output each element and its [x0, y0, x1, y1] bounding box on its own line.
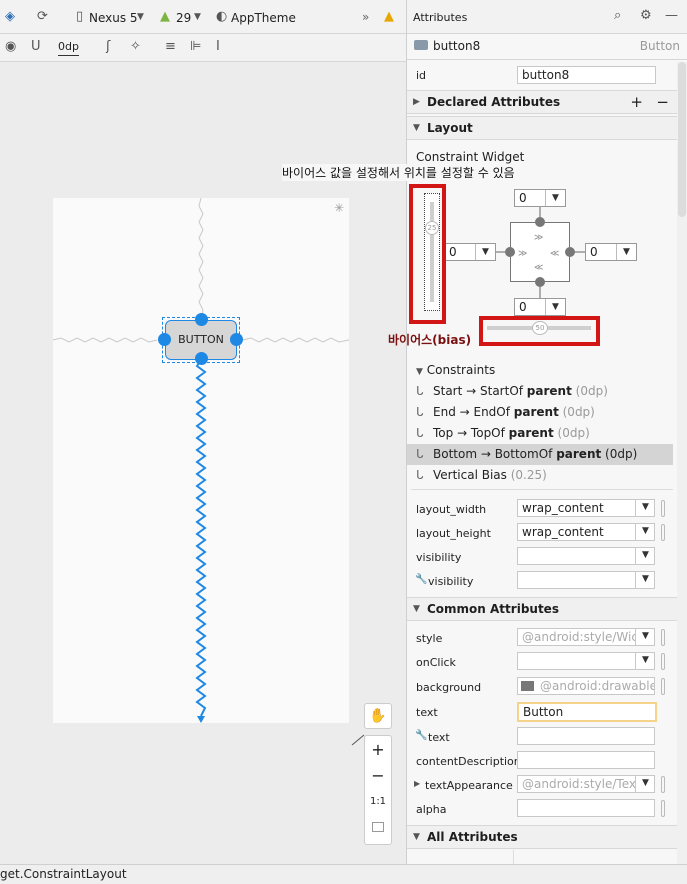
tools-visibility-select[interactable]: ▼: [517, 571, 655, 589]
layout-width-label: layout_width: [416, 503, 487, 516]
top-constraint-line: [198, 197, 204, 319]
horizontal-bias-highlight: [479, 316, 600, 346]
status-bar: get.ConstraintLayout: [0, 864, 687, 884]
resource-picker-button[interactable]: [661, 653, 665, 670]
style-label: style: [416, 632, 443, 645]
common-attributes-header[interactable]: ▼ Common Attributes: [407, 597, 679, 621]
text-label: text: [416, 706, 438, 719]
resource-picker-button[interactable]: [661, 500, 665, 517]
style-select[interactable]: @android:style/Wic ▼: [517, 628, 655, 646]
wrench-icon: 🔧: [415, 574, 428, 585]
content-description-label: contentDescription: [416, 755, 521, 768]
visibility-select[interactable]: ▼: [517, 547, 655, 565]
constraint-lines: [52, 197, 365, 746]
chevron-down-icon: ▼: [635, 572, 654, 588]
background-label: background: [416, 681, 482, 694]
constraint-start[interactable]: ᒐ Start → StartOf parent (0dp): [407, 381, 673, 402]
visibility-label: visibility: [416, 551, 462, 564]
resource-picker-button[interactable]: [661, 776, 665, 793]
alpha-label: alpha: [416, 803, 447, 816]
bottom-anchor-handle[interactable]: [195, 352, 208, 365]
annotation-text: 바이어스 값을 설정해서 위치를 설정할 수 있음: [282, 164, 515, 181]
zoom-out-button[interactable]: −: [365, 766, 391, 785]
zoom-controls: + − 1:1: [364, 735, 392, 845]
pan-hand-icon[interactable]: ✋: [364, 703, 392, 729]
resource-picker-button[interactable]: [661, 629, 665, 646]
constraints-title: Constraints: [426, 363, 496, 377]
constraint-icon: ᒐ: [416, 405, 424, 419]
chevron-down-icon: ▼: [635, 548, 654, 564]
constraint-end[interactable]: ᒐ End → EndOf parent (0dp): [407, 402, 673, 423]
constraint-icon: ᒐ: [416, 447, 424, 461]
svg-text:≫: ≫: [518, 249, 527, 259]
resource-picker-button[interactable]: [661, 678, 665, 695]
left-anchor-handle[interactable]: [158, 333, 171, 346]
onclick-select[interactable]: ▼: [517, 652, 655, 670]
all-attributes-header[interactable]: ▼ All Attributes: [407, 825, 679, 849]
zoom-actual-button[interactable]: 1:1: [365, 796, 391, 807]
constraint-icon: ᒐ: [416, 468, 424, 482]
constraint-bottom[interactable]: ᒐ Bottom → BottomOf parent (0dp): [407, 444, 673, 465]
image-icon: [521, 681, 534, 691]
bottom-arrow: [197, 716, 205, 723]
left-constraint-line: [52, 337, 158, 343]
svg-text:≪: ≪: [550, 249, 559, 259]
common-section-title: Common Attributes: [427, 602, 559, 616]
resource-picker-button[interactable]: [661, 800, 665, 817]
background-field[interactable]: @android:drawable/b: [517, 677, 655, 695]
wrench-icon: 🔧: [415, 730, 428, 741]
svg-text:≪: ≪: [534, 263, 543, 273]
constraint-icon: ᒐ: [416, 384, 424, 398]
collapse-arrow-icon: ▼: [413, 832, 420, 842]
text-field[interactable]: Button: [517, 702, 657, 722]
text-appearance-select[interactable]: @android:style/Tex ▼: [517, 775, 655, 793]
chevron-down-icon: ▼: [635, 776, 654, 792]
tools-visibility-label: visibility: [428, 575, 474, 588]
constraint-icon: ᒐ: [416, 426, 424, 440]
chevron-down-icon: ▼: [635, 653, 654, 669]
collapse-arrow-icon: ▼: [416, 367, 423, 377]
panel-scrollbar-thumb[interactable]: [678, 62, 686, 217]
constraint-top[interactable]: ᒐ Top → TopOf parent (0dp): [407, 423, 673, 444]
resource-picker-button[interactable]: [661, 524, 665, 541]
zoom-fit-icon[interactable]: [372, 822, 384, 832]
constraint-vertical-bias[interactable]: ᒐ Vertical Bias (0.25): [407, 465, 673, 486]
status-text: get.ConstraintLayout: [0, 867, 127, 881]
bottom-constraint-line: [195, 359, 207, 717]
layout-height-label: layout_height: [416, 527, 491, 540]
tools-text-label: text: [428, 731, 450, 744]
right-anchor-handle[interactable]: [230, 333, 243, 346]
tools-text-field[interactable]: [517, 727, 655, 745]
content-description-field[interactable]: [517, 751, 655, 769]
all-section-title: All Attributes: [427, 830, 518, 844]
onclick-label: onClick: [416, 656, 456, 669]
expand-arrow-icon[interactable]: ▶: [414, 779, 420, 788]
svg-text:≫: ≫: [534, 233, 543, 243]
text-appearance-label: textAppearance: [425, 779, 513, 792]
chevron-down-icon: ▼: [635, 500, 654, 516]
alpha-field[interactable]: [517, 799, 655, 817]
chevron-down-icon: ▼: [635, 524, 654, 540]
vertical-bias-highlight: [409, 184, 446, 324]
top-anchor-handle[interactable]: [195, 313, 208, 326]
layout-height-select[interactable]: wrap_content ▼: [517, 523, 655, 541]
right-constraint-line: [242, 337, 350, 343]
chevron-down-icon: ▼: [635, 629, 654, 645]
collapse-arrow-icon: ▼: [413, 604, 420, 614]
bias-label: 바이어스(bias): [388, 333, 472, 347]
layout-width-select[interactable]: wrap_content ▼: [517, 499, 655, 517]
constraints-header[interactable]: ▼ Constraints: [416, 363, 495, 377]
zoom-in-button[interactable]: +: [365, 740, 391, 759]
attributes-panel: Attributes ⌕ ⚙ — button8 Button id butto…: [406, 0, 687, 864]
